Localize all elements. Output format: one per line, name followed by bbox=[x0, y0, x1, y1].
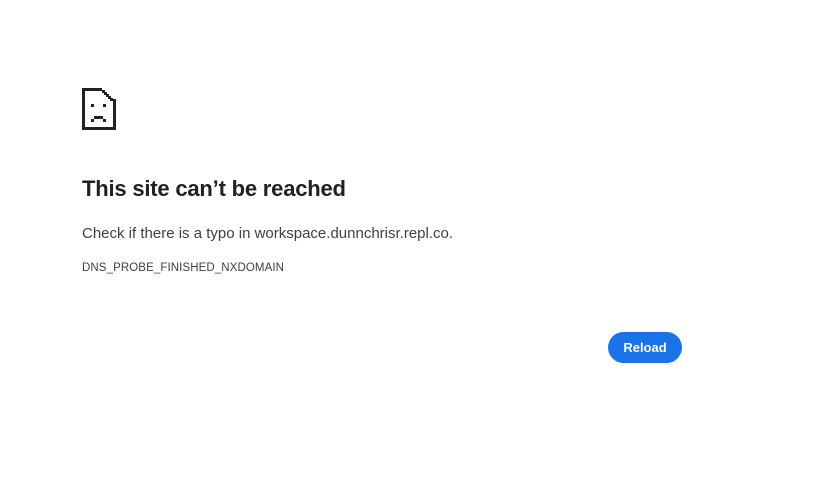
error-message: Check if there is a typo in workspace.du… bbox=[82, 225, 454, 242]
page-title: This site can’t be reached bbox=[82, 176, 346, 201]
sad-file-icon bbox=[82, 88, 116, 130]
reload-button[interactable]: Reload bbox=[608, 332, 682, 363]
error-page: This site can’t be reached Check if ther… bbox=[0, 0, 839, 503]
error-code: DNS_PROBE_FINISHED_NXDOMAIN bbox=[82, 262, 285, 274]
